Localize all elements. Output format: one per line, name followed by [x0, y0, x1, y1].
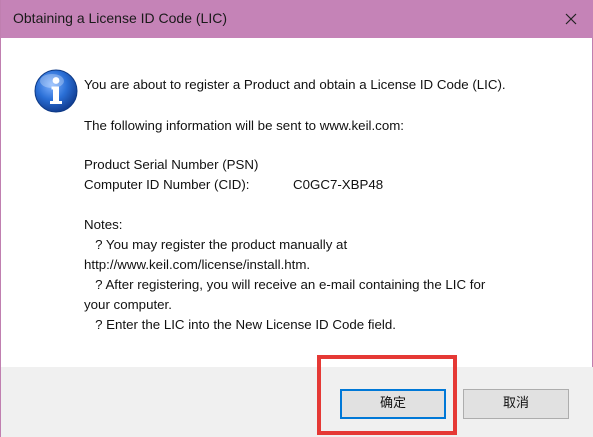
intro-text: You are about to register a Product and …: [84, 77, 506, 92]
title-bar: Obtaining a License ID Code (LIC): [1, 0, 593, 38]
information-icon: [34, 69, 78, 113]
cid-label: Computer ID Number (CID):: [84, 177, 250, 192]
close-button[interactable]: [548, 0, 593, 38]
note-1-line-a: ? You may register the product manually …: [84, 237, 348, 252]
ok-button[interactable]: 确定: [340, 389, 446, 419]
note-2-line-a: ? After registering, you will receive an…: [84, 277, 486, 292]
close-icon: [565, 13, 577, 25]
note-3: ? Enter the LIC into the New License ID …: [84, 317, 396, 332]
cancel-button[interactable]: 取消: [463, 389, 569, 419]
dialog-body: You are about to register a Product and …: [7, 38, 587, 367]
note-2-line-b: your computer.: [84, 297, 172, 312]
button-footer: 确定 取消: [1, 367, 593, 437]
cid-value: C0GC7-XBP48: [293, 177, 384, 192]
psn-label: Product Serial Number (PSN): [84, 157, 259, 172]
window-title: Obtaining a License ID Code (LIC): [13, 10, 227, 26]
note-1-line-b: http://www.keil.com/license/install.htm.: [84, 257, 311, 272]
send-info-text: The following information will be sent t…: [84, 118, 404, 133]
notes-heading: Notes:: [84, 217, 123, 232]
dialog-window: Obtaining a License ID Code (LIC) You ar…: [0, 0, 593, 437]
